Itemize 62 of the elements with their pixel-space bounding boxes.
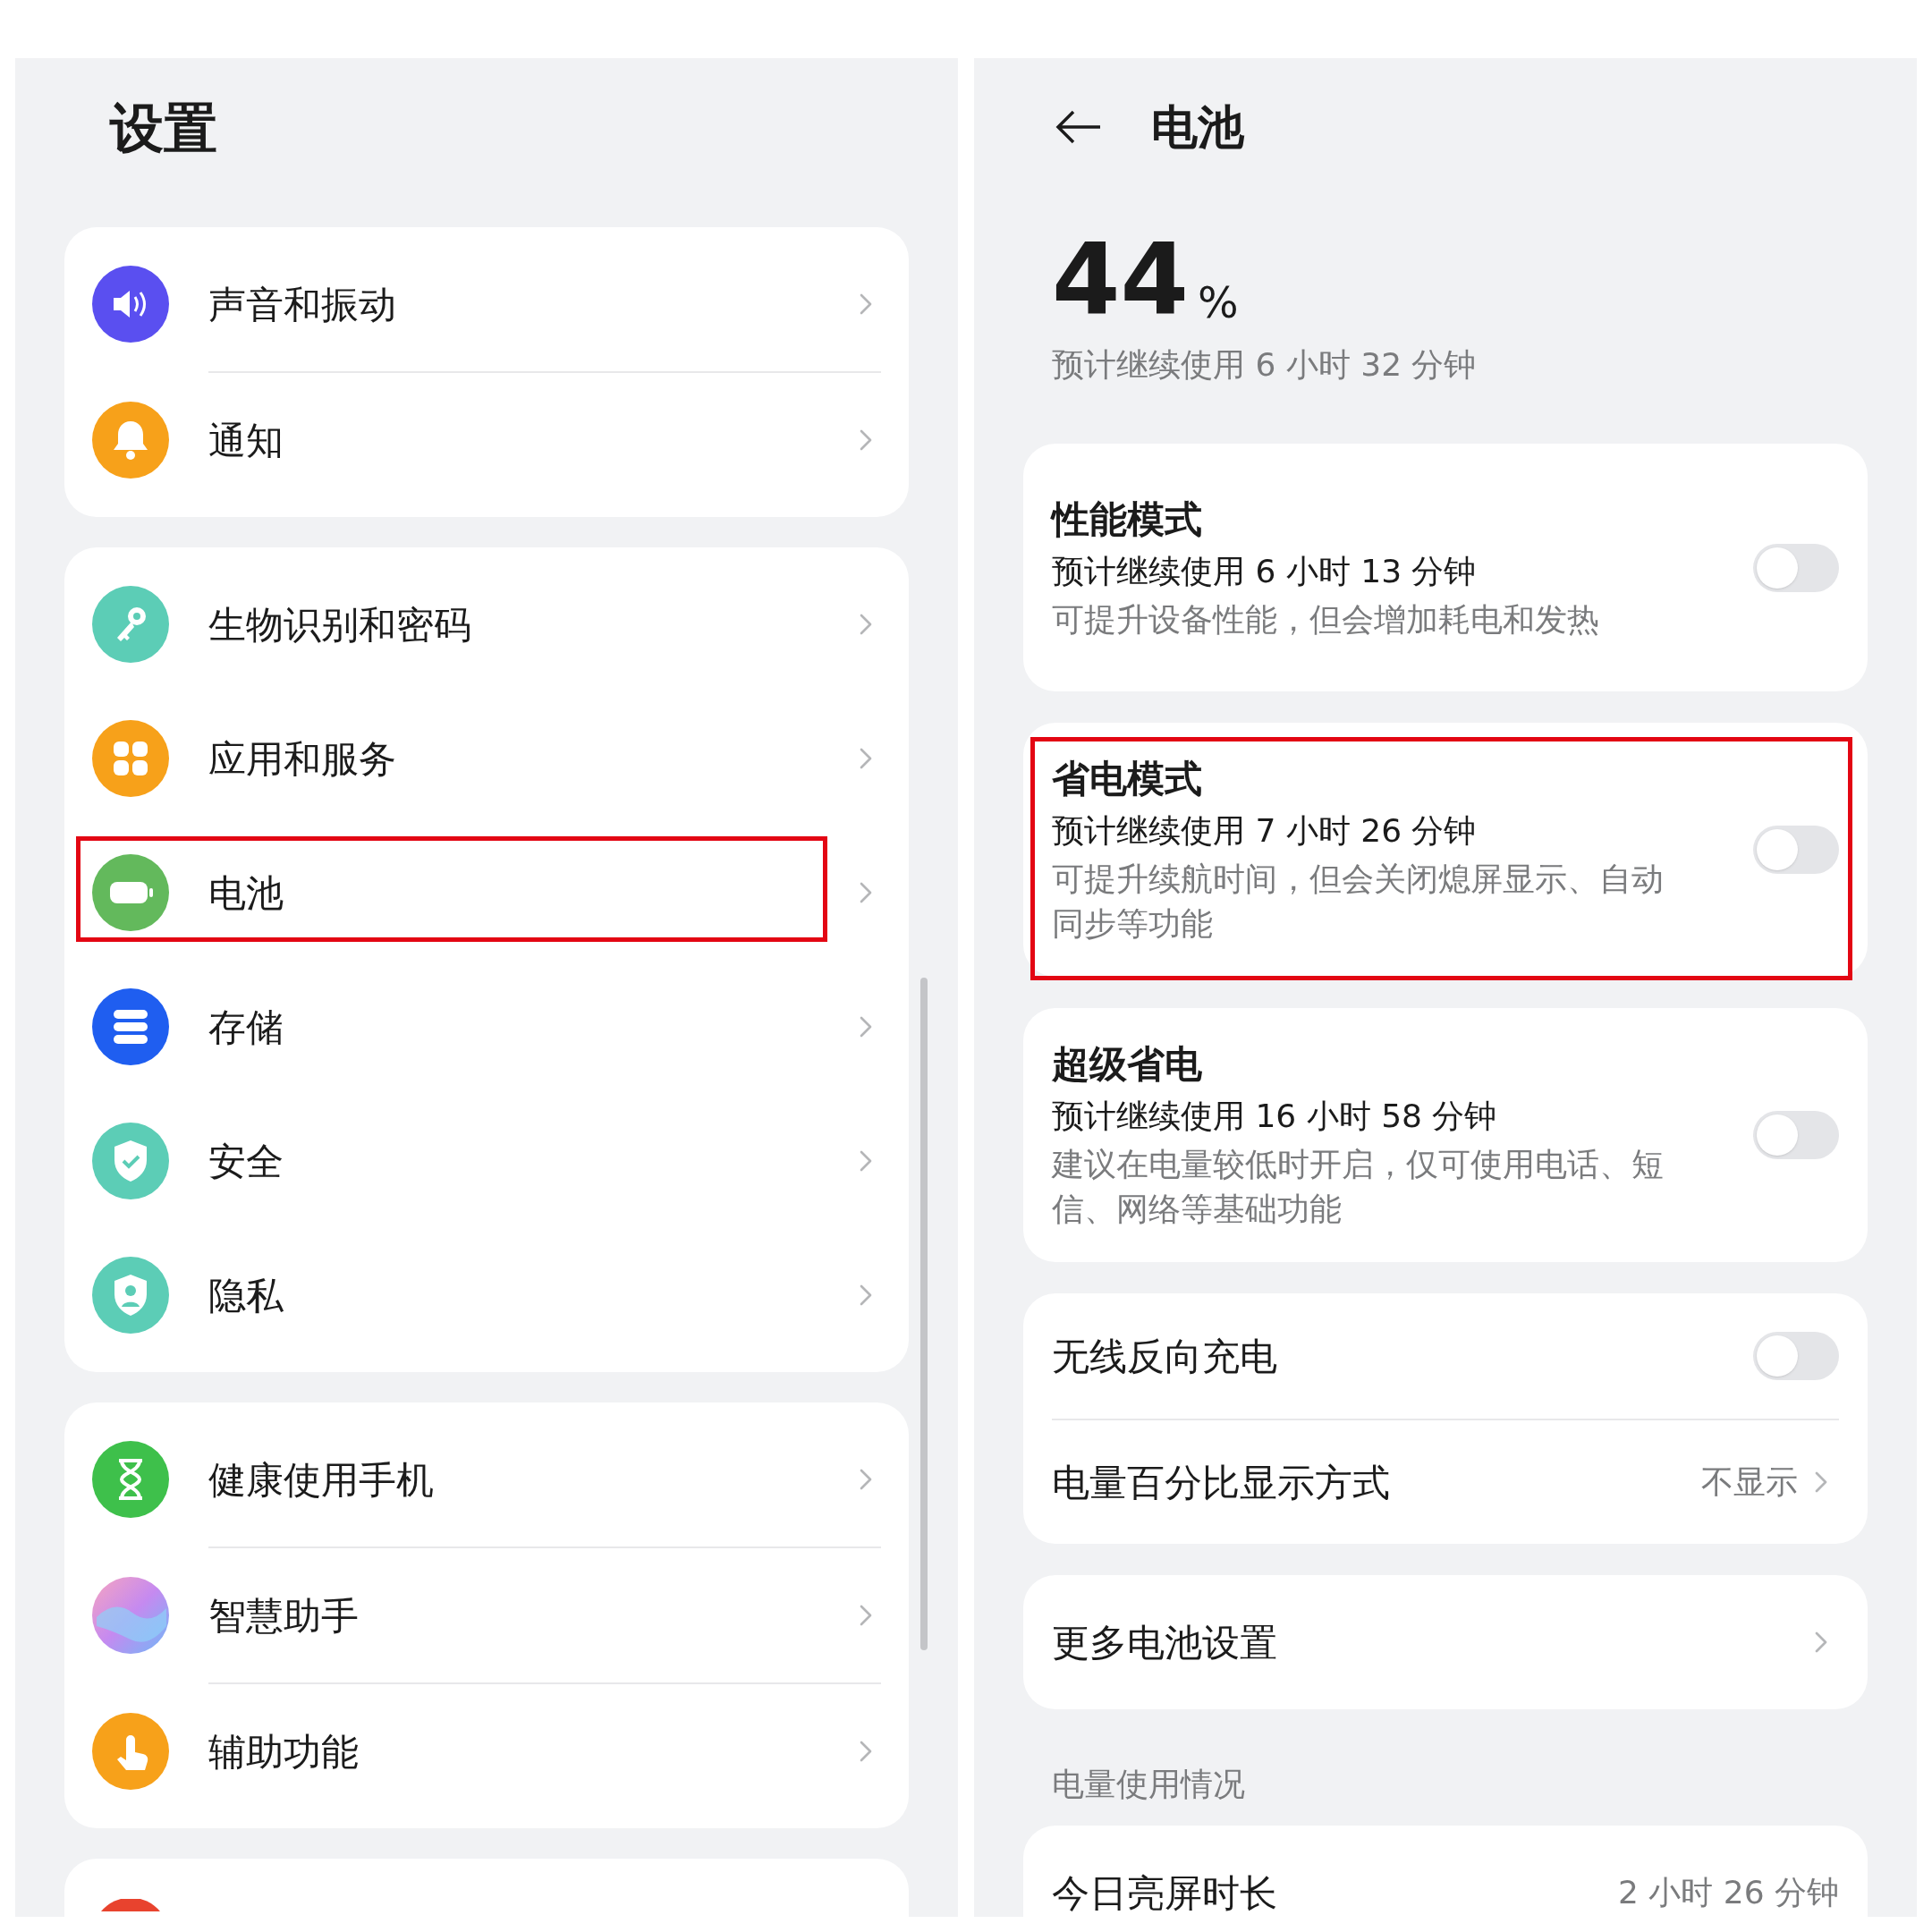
settings-item[interactable]: 安全 [64,1094,909,1228]
item-label: 生物识别和密码 [208,601,472,648]
item-label: 应用和服务 [208,735,397,783]
percent-sign: % [1198,276,1239,329]
settings-item[interactable]: 电池 [64,826,909,960]
usage-label: 今日亮屏时长 [1052,1869,1277,1917]
toggle-switch[interactable] [1753,1111,1839,1159]
battery-icon [92,854,169,931]
mode-description: 建议在电量较低时开启，仅可使用电话、短信、网络等基础功能 [1052,1145,1665,1229]
section-header: 电量使用情况 [1052,1765,1245,1804]
option-row[interactable]: 无线反向充电 [1052,1293,1839,1419]
option-value: 不显示 [1701,1462,1798,1502]
mode-estimate: 预计继续使用 7 小时 26 分钟 [1052,811,1478,851]
settings-item[interactable]: 声音和振动 [64,237,909,371]
bell-icon [92,402,169,479]
mode-estimate: 预计继续使用 6 小时 13 分钟 [1052,551,1478,591]
grid-icon [92,720,169,797]
shield-person-icon [92,1257,169,1334]
page-title: 电池 [1151,99,1244,156]
hourglass-icon [92,1441,169,1518]
settings-item[interactable]: 应用和服务 [64,691,909,826]
storage-icon [92,988,169,1065]
shield-check-icon [92,1123,169,1199]
mode-description: 可提升设备性能，但会增加耗电和发热 [1052,599,1600,640]
mode-title: 省电模式 [1052,756,1203,802]
option-label: 无线反向充电 [1052,1333,1277,1380]
back-arrow-icon[interactable] [1055,109,1102,145]
option-label: 电量百分比显示方式 [1052,1459,1391,1506]
settings-item[interactable]: 健康使用手机 [64,1412,909,1546]
settings-item[interactable]: 辅助功能 [64,1684,909,1818]
item-label: 存储 [208,1004,284,1051]
usage-value: 2 小时 26 分钟 [1617,1873,1839,1912]
swirl-icon [92,1577,169,1654]
toggle-switch[interactable] [1753,543,1839,592]
mode-title: 超级省电 [1052,1041,1203,1088]
more-settings-row[interactable]: 更多电池设置 [1023,1575,1868,1709]
toggle-switch[interactable] [1753,826,1839,874]
item-label: 辅助功能 [208,1728,360,1775]
settings-item[interactable]: 通知 [64,373,909,507]
item-label: 隐私 [208,1272,284,1319]
item-label: 安全 [208,1138,284,1185]
settings-item[interactable]: 隐私 [64,1228,909,1362]
item-label: 通知 [208,417,284,464]
remaining-time: 预计继续使用 6 小时 32 分钟 [1052,345,1477,385]
toggle-switch[interactable] [1753,1332,1839,1380]
settings-item[interactable]: 存储 [64,960,909,1094]
mode-description: 可提升续航时间，但会关闭熄屏显示、自动同步等功能 [1052,860,1665,944]
item-label: 声音和振动 [208,281,397,328]
hand-icon [92,1713,169,1790]
key-icon [92,586,169,663]
option-row[interactable]: 电量百分比显示方式 不显示 [1052,1420,1839,1544]
page-title: 设置 [110,98,217,157]
speaker-icon [92,266,169,343]
item-label: 智慧助手 [208,1592,360,1640]
mode-title: 性能模式 [1052,496,1203,543]
row-label: 更多电池设置 [1052,1619,1277,1666]
item-label: 电池 [208,869,284,917]
settings-item[interactable]: 智慧助手 [64,1548,909,1682]
settings-item[interactable]: 生物识别和密码 [64,557,909,691]
mode-estimate: 预计继续使用 16 小时 58 分钟 [1052,1097,1498,1136]
item-label: 健康使用手机 [208,1456,435,1504]
battery-percentage: 44 [1052,231,1190,329]
